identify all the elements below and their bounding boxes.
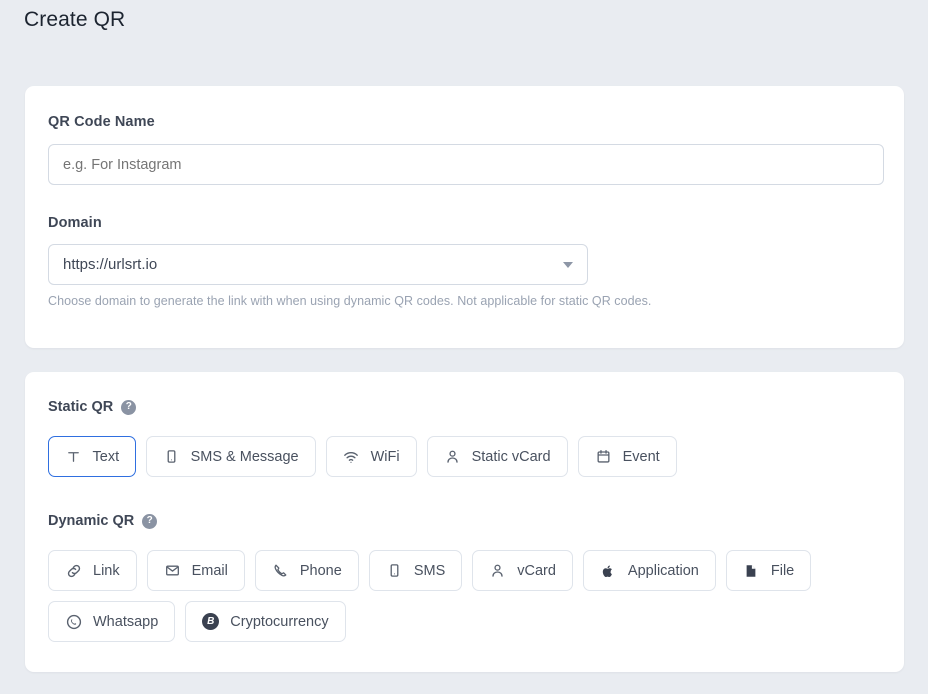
qr-type-chip-label: Event [622,448,660,465]
mobile-icon [163,448,180,465]
apple-icon [600,562,617,579]
domain-select[interactable]: https://urlsrt.io [48,244,588,285]
dynamic-qr-title: Dynamic QR [48,513,135,529]
qr-type-chip-label: Email [191,562,228,579]
chevron-down-icon [563,261,573,268]
qr-name-input[interactable] [48,144,884,185]
qr-type-chip-text[interactable]: Text [48,436,136,477]
help-icon[interactable]: ? [142,513,158,529]
qr-type-chip-vcard[interactable]: vCard [472,550,573,591]
qr-types-card: Static QR ? Text SMS & Message WiFi Static … [25,372,904,672]
page-title: Create QR [24,8,126,31]
dynamic-qr-heading: Dynamic QR ? [48,513,158,529]
qr-type-chip-label: WiFi [370,448,400,465]
qr-type-chip-label: SMS [413,562,446,579]
qr-type-chip-email[interactable]: Email [146,550,245,591]
wifi-icon [343,448,360,465]
help-icon[interactable]: ? [121,399,137,415]
qr-type-chip-label: Phone [299,562,342,579]
bitcoin-icon: B [202,613,220,630]
bitcoin-icon: B [202,613,220,630]
qr-type-chip-whatsapp[interactable]: Whatsapp [48,601,176,642]
qr-type-chip-label: Static vCard [471,448,551,465]
create-qr-page: Create QR QR Code Name Domain https://ur… [0,0,928,694]
qr-type-chip-label: SMS & Message [190,448,299,465]
phone-icon [272,562,289,579]
calendar-icon [595,448,612,465]
qr-type-chip-label: File [770,562,795,579]
qr-type-chip-cryptocurrency[interactable]: B Cryptocurrency [185,601,346,642]
text-icon [65,448,82,465]
qr-type-chip-sms[interactable]: SMS [368,550,463,591]
qr-name-label: QR Code Name [48,114,155,130]
qr-type-chip-wifi[interactable]: WiFi [325,436,417,477]
static-qr-options: Text SMS & Message WiFi Static vCard Event [48,436,888,477]
file-icon [743,562,760,579]
qr-type-chip-label: Text [92,448,120,465]
qr-type-chip-label: Application [627,562,699,579]
whatsapp-icon [65,613,82,630]
person-icon [444,448,461,465]
qr-type-chip-label: Whatsapp [93,613,159,630]
qr-type-chip-event[interactable]: Event [577,436,677,477]
domain-helper-text: Choose domain to generate the link with … [48,294,652,308]
static-qr-heading: Static QR ? [48,399,137,415]
envelope-icon [164,562,181,579]
domain-select-value: https://urlsrt.io [63,256,158,273]
qr-type-chip-phone[interactable]: Phone [254,550,359,591]
static-qr-title: Static QR [48,399,114,415]
qr-type-chip-label: Cryptocurrency [230,613,329,630]
qr-details-card: QR Code Name Domain https://urlsrt.io Ch… [25,86,904,348]
link-icon [65,562,82,579]
qr-type-chip-application[interactable]: Application [582,550,716,591]
domain-label: Domain [48,215,102,231]
mobile-icon [386,562,403,579]
qr-type-chip-sms-message[interactable]: SMS & Message [145,436,316,477]
dynamic-qr-options: Link Email Phone SMS vCard Application File Wha… [48,550,888,642]
person-icon [489,562,506,579]
qr-type-chip-label: Link [93,562,120,579]
qr-type-chip-link[interactable]: Link [48,550,137,591]
qr-type-chip-label: vCard [517,562,556,579]
qr-type-chip-static-vcard[interactable]: Static vCard [426,436,568,477]
qr-type-chip-file[interactable]: File [725,550,812,591]
